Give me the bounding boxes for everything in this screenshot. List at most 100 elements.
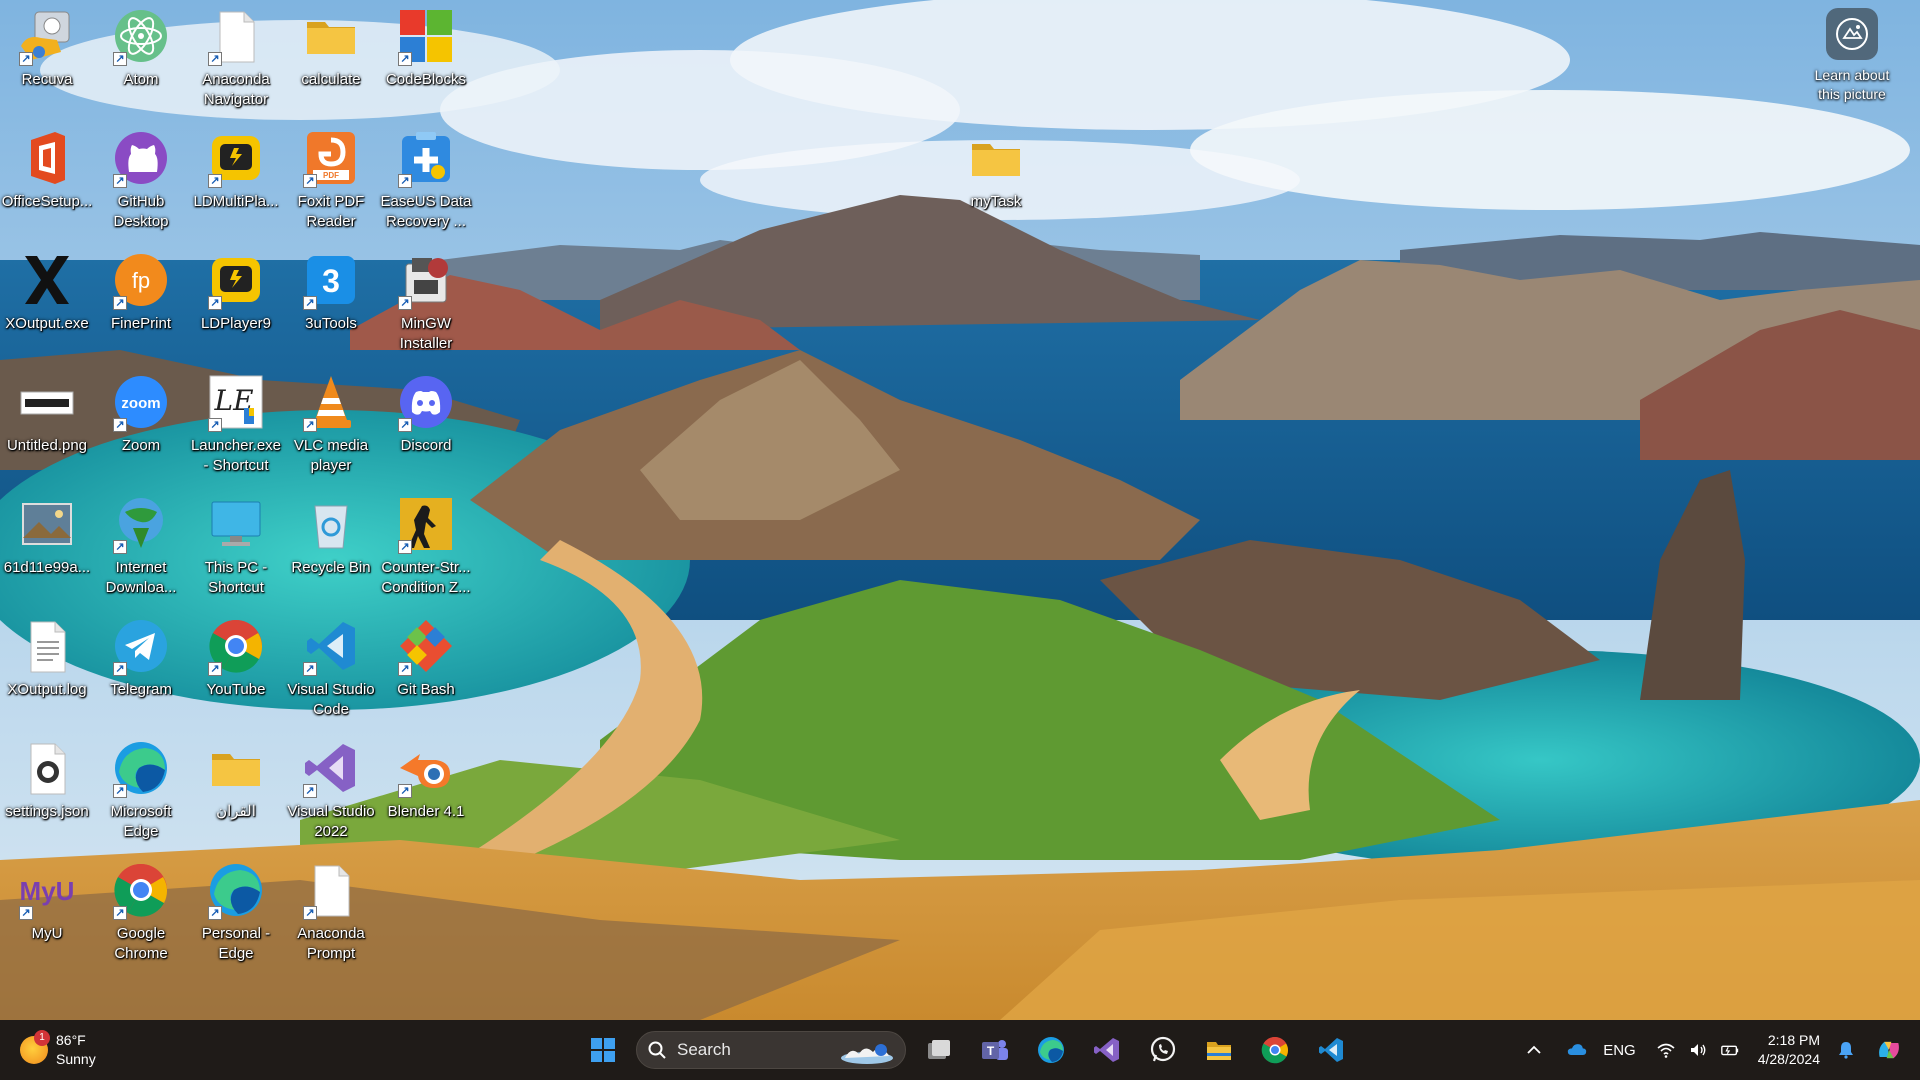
desktop-icon[interactable]: ↗ Recuva <box>0 0 94 118</box>
shortcut-arrow-icon: ↗ <box>303 296 317 310</box>
idm-icon: ↗ <box>111 494 171 554</box>
desktop-icon[interactable]: ↗ Microsoft Edge <box>94 732 188 850</box>
shortcut-arrow-icon: ↗ <box>208 174 222 188</box>
desktop-icon[interactable]: ↗ Anaconda Prompt <box>284 854 378 972</box>
learn-about-this-picture[interactable]: Learn about this picture <box>1802 8 1902 118</box>
desktop-icon[interactable]: This PC - Shortcut <box>189 488 283 606</box>
visual-studio-button[interactable] <box>1084 1027 1130 1073</box>
battery-icon[interactable] <box>1715 1035 1745 1065</box>
svg-text:zoom: zoom <box>121 395 160 412</box>
desktop-icon[interactable]: settings.json <box>0 732 94 850</box>
desktop-icon[interactable]: zoom ↗ Zoom <box>94 366 188 484</box>
copilot-icon[interactable] <box>1872 1033 1906 1067</box>
desktop-icon-label: calculate <box>301 71 361 88</box>
desktop-icon[interactable]: ↗ Telegram <box>94 610 188 728</box>
desktop-icon[interactable]: Untitled.png <box>0 366 94 484</box>
whatsapp-button[interactable] <box>1140 1027 1186 1073</box>
desktop-icon[interactable]: XOutput.exe <box>0 244 94 362</box>
this-pc-icon <box>206 494 266 554</box>
desktop-icon[interactable]: ↗ Blender 4.1 <box>379 732 473 850</box>
shortcut-arrow-icon: ↗ <box>398 418 412 432</box>
shortcut-arrow-icon: ↗ <box>113 906 127 920</box>
weather-condition: Sunny <box>56 1051 96 1067</box>
desktop-icon[interactable]: ↗ Git Bash <box>379 610 473 728</box>
desktop-icon[interactable]: ↗ EaseUS Data Recovery ... <box>379 122 473 240</box>
desktop-icon[interactable]: ↗ VLC media player <box>284 366 378 484</box>
desktop-icon-label: VLC media player <box>293 437 369 474</box>
desktop-icon[interactable]: XOutput.log <box>0 610 94 728</box>
shortcut-arrow-icon: ↗ <box>208 906 222 920</box>
file-explorer-button[interactable] <box>1196 1027 1242 1073</box>
search-box[interactable]: Search <box>636 1031 906 1069</box>
desktop-icon[interactable]: 3 ↗ 3uTools <box>284 244 378 362</box>
language-indicator[interactable]: ENG <box>1603 1042 1636 1059</box>
desktop-icon[interactable]: ↗ YouTube <box>189 610 283 728</box>
desktop-icon[interactable]: fp ↗ FinePrint <box>94 244 188 362</box>
weather-widget[interactable]: 1 86°F Sunny <box>20 1028 96 1072</box>
search-placeholder: Search <box>677 1040 731 1059</box>
bell-icon[interactable] <box>1831 1035 1861 1065</box>
desktop-icon[interactable]: ↗ LDMultiPla... <box>189 122 283 240</box>
shortcut-arrow-icon: ↗ <box>398 540 412 554</box>
chrome-icon: ↗ <box>206 616 266 676</box>
wifi-icon[interactable] <box>1651 1035 1681 1065</box>
json-file-icon <box>17 738 77 798</box>
desktop-icon[interactable]: ↗ CodeBlocks <box>379 0 473 118</box>
chevron-up-icon[interactable] <box>1519 1035 1549 1065</box>
camera-icon <box>1826 8 1878 60</box>
desktop: ↗ Recuva ↗ Atom ↗ Anaconda Navigator calculate… <box>0 0 1920 1020</box>
shortcut-arrow-icon: ↗ <box>208 52 222 66</box>
desktop-icon[interactable]: ↗ Counter-Str... Condition Z... <box>379 488 473 606</box>
easeus-icon: ↗ <box>396 128 456 188</box>
desktop-icon[interactable]: ↗ Internet Downloa... <box>94 488 188 606</box>
desktop-icon[interactable]: 61d11e99a... <box>0 488 94 606</box>
desktop-icon-label: LDPlayer9 <box>200 315 272 332</box>
shortcut-arrow-icon: ↗ <box>113 784 127 798</box>
weather-temperature: 86°F <box>56 1032 86 1048</box>
photo-file-icon <box>17 494 77 554</box>
svg-text:MyU: MyU <box>20 876 75 906</box>
blender-icon: ↗ <box>396 738 456 798</box>
desktop-icon-label: LDMultiPla... <box>193 193 279 210</box>
desktop-icon[interactable]: MyU ↗ MyU <box>0 854 94 972</box>
desktop-icon-label: Recycle Bin <box>291 559 371 576</box>
chrome-icon <box>1260 1035 1290 1065</box>
desktop-icon[interactable]: myTask <box>949 122 1043 240</box>
svg-text:3: 3 <box>322 263 340 299</box>
foxit-icon: PDF ↗ <box>301 128 361 188</box>
desktop-icon[interactable]: Recycle Bin <box>284 488 378 606</box>
shortcut-arrow-icon: ↗ <box>398 662 412 676</box>
desktop-icon-label: Zoom <box>121 437 161 454</box>
desktop-icon[interactable]: ↗ LDPlayer9 <box>189 244 283 362</box>
desktop-icon-label: Visual Studio 2022 <box>287 803 375 840</box>
onedrive-icon[interactable] <box>1562 1035 1592 1065</box>
desktop-icon[interactable]: القران <box>189 732 283 850</box>
desktop-icon[interactable]: OfficeSetup... <box>0 122 94 240</box>
chrome-button[interactable] <box>1252 1027 1298 1073</box>
desktop-icon-label: القران <box>216 803 256 820</box>
desktop-icon[interactable]: ↗ GitHub Desktop <box>94 122 188 240</box>
volume-icon[interactable] <box>1683 1035 1713 1065</box>
shortcut-arrow-icon: ↗ <box>208 418 222 432</box>
desktop-icon[interactable]: PDF ↗ Foxit PDF Reader <box>284 122 378 240</box>
desktop-icon-label: 3uTools <box>305 315 357 332</box>
task-view-button[interactable] <box>916 1027 962 1073</box>
shortcut-arrow-icon: ↗ <box>303 418 317 432</box>
vscode-button[interactable] <box>1308 1027 1354 1073</box>
desktop-icon[interactable]: ↗ Visual Studio 2022 <box>284 732 378 850</box>
desktop-icon[interactable]: ↗ MinGW Installer <box>379 244 473 362</box>
desktop-icon[interactable]: ↗ Atom <box>94 0 188 118</box>
desktop-icon[interactable]: ↗ Personal - Edge <box>189 854 283 972</box>
desktop-icon[interactable]: ↗ Anaconda Navigator <box>189 0 283 118</box>
teams-button[interactable]: T <box>972 1027 1018 1073</box>
clock[interactable]: 2:18 PM 4/28/2024 <box>1758 1031 1820 1069</box>
start-button[interactable] <box>580 1027 626 1073</box>
desktop-icon[interactable]: LE ↗ Launcher.exe - Shortcut <box>189 366 283 484</box>
edge-button[interactable] <box>1028 1027 1074 1073</box>
desktop-icon[interactable]: calculate <box>284 0 378 118</box>
desktop-icon-label: MinGW Installer <box>399 315 453 352</box>
myu-icon: MyU ↗ <box>17 860 77 920</box>
desktop-icon[interactable]: ↗ Visual Studio Code <box>284 610 378 728</box>
desktop-icon[interactable]: ↗ Google Chrome <box>94 854 188 972</box>
desktop-icon[interactable]: ↗ Discord <box>379 366 473 484</box>
